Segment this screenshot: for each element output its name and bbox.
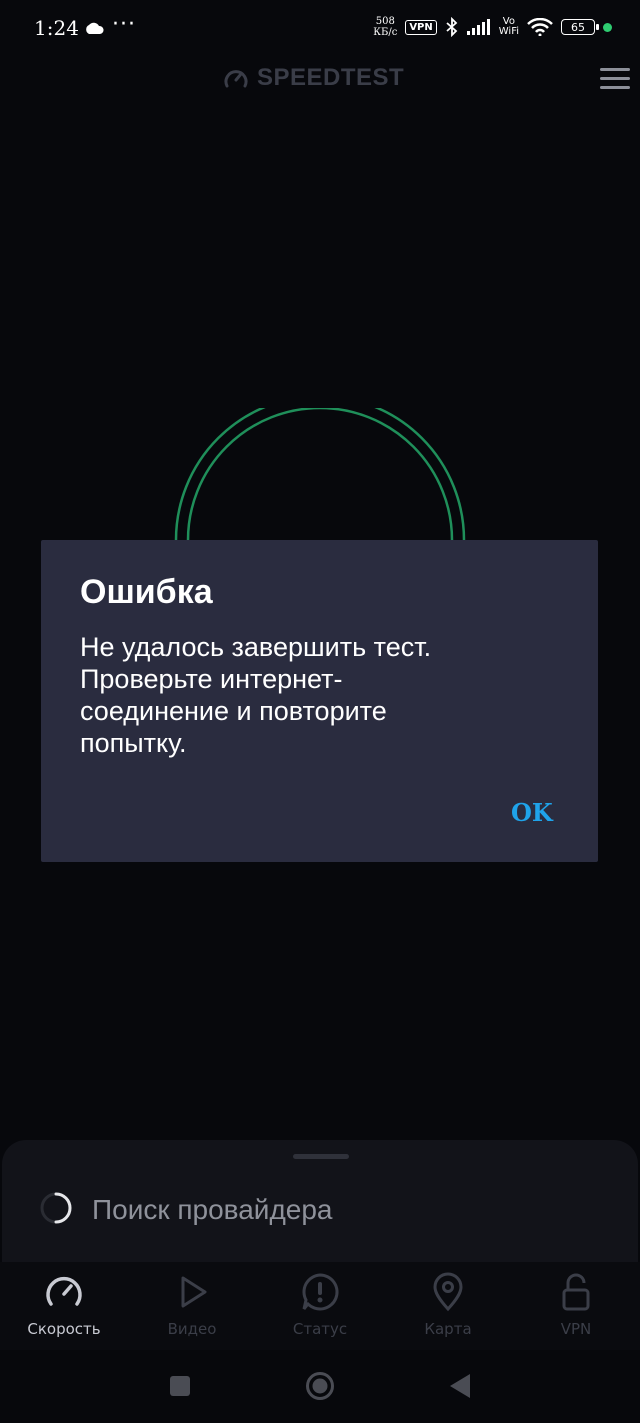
cloud-icon (86, 22, 104, 34)
brand-name: SPEEDTEST (257, 64, 405, 91)
system-navigation-bar (0, 1350, 640, 1423)
tab-label: Скорость (27, 1320, 101, 1338)
vpn-badge: VPN (405, 19, 437, 35)
menu-icon[interactable] (600, 68, 630, 90)
loading-spinner-icon (40, 1192, 72, 1224)
error-dialog: Ошибка Не удалось завершить тест. Провер… (41, 540, 598, 862)
more-notifications-icon: ··· (112, 12, 136, 37)
provider-sheet[interactable]: Поиск провайдера (2, 1140, 638, 1280)
speed-gauge (174, 408, 466, 541)
tab-label: VPN (560, 1320, 592, 1338)
tab-speed[interactable]: Скорость (9, 1272, 119, 1338)
status-time: 1:24 (34, 16, 79, 40)
play-icon (181, 1276, 207, 1308)
battery-icon: 65 (561, 19, 599, 35)
tab-vpn[interactable]: VPN (521, 1272, 631, 1338)
provider-search-status: Поиск провайдера (92, 1194, 333, 1225)
signal-icon (466, 19, 490, 35)
network-speed: 508 КБ/с (373, 16, 398, 38)
speedometer-icon (46, 1276, 82, 1306)
speedtest-logo-icon (224, 70, 248, 88)
tab-label: Карта (424, 1320, 472, 1338)
recents-button[interactable] (170, 1376, 190, 1396)
dialog-message: Не удалось завершить тест. Проверьте инт… (80, 632, 432, 758)
sheet-handle[interactable] (293, 1154, 349, 1159)
app-logo: SPEEDTEST (223, 64, 404, 92)
vowifi-indicator: Vo WiFi (498, 16, 519, 37)
map-pin-icon (433, 1272, 463, 1312)
bluetooth-icon (446, 17, 458, 37)
status-bar: 1:24 ··· 508 КБ/с VPN Vo WiFi 65 (0, 0, 640, 60)
tab-label: Статус (292, 1320, 348, 1338)
tab-video[interactable]: Видео (137, 1272, 247, 1338)
wifi-icon (527, 18, 553, 36)
back-button[interactable] (448, 1373, 472, 1399)
alert-icon (302, 1273, 339, 1311)
tab-label: Видео (167, 1320, 217, 1338)
tab-map[interactable]: Карта (393, 1272, 503, 1338)
dialog-title: Ошибка (80, 573, 213, 611)
unlock-icon (562, 1273, 590, 1311)
bottom-tab-bar: Скорость Видео Статус Карта VPN (0, 1262, 640, 1350)
tab-status[interactable]: Статус (265, 1272, 375, 1338)
home-button[interactable] (305, 1371, 335, 1401)
ok-button[interactable]: OK (511, 798, 553, 827)
privacy-indicator-dot (603, 22, 612, 32)
